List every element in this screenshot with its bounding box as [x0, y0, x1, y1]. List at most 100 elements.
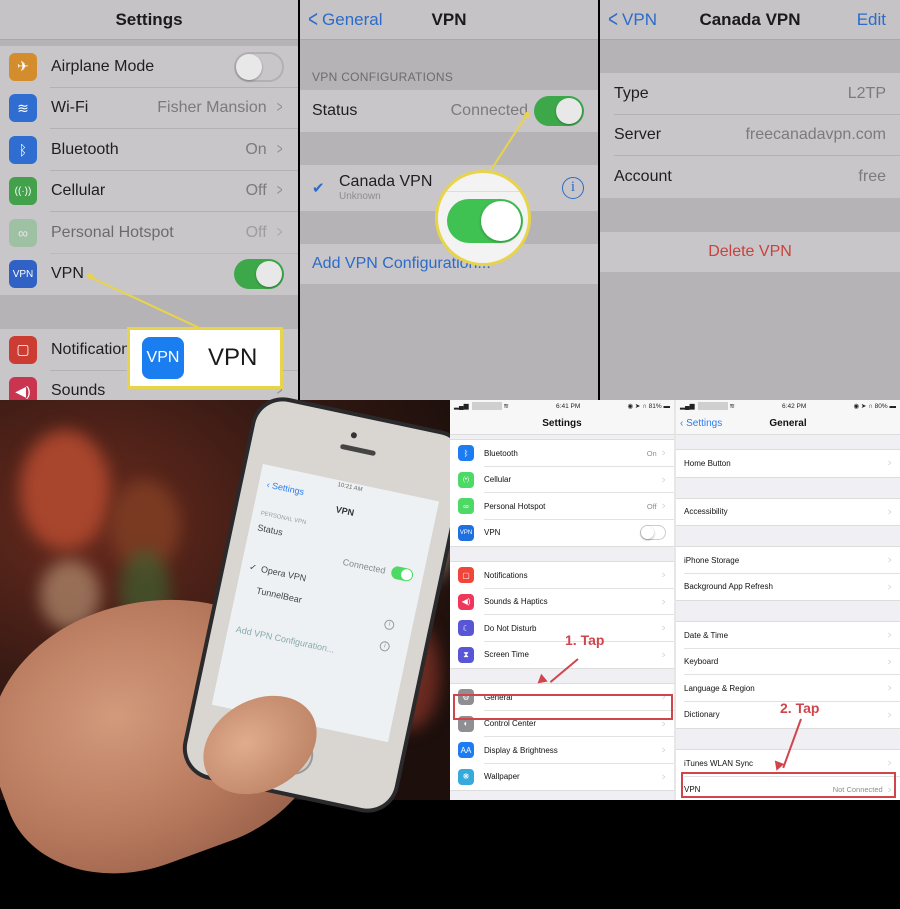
- row-label: Date & Time: [684, 630, 729, 640]
- settings-row-vpn[interactable]: VPN VPN: [0, 254, 298, 296]
- bluetooth-icon: ᛒ: [9, 135, 37, 164]
- back-button[interactable]: < VPN: [606, 0, 657, 40]
- settings-row-wallpaper[interactable]: ❋ Wallpaper >: [450, 764, 674, 791]
- battery-indicator: ◉ ➤ ∩ 80% ▬: [853, 403, 896, 410]
- clock: 6:42 PM: [782, 402, 807, 410]
- settings-row-airplane-mode[interactable]: ✈ Airplane Mode: [0, 46, 298, 88]
- chevron-right-icon: >: [276, 223, 283, 241]
- settings-row-bluetooth[interactable]: ᛒ Bluetooth On >: [0, 129, 298, 171]
- back-button[interactable]: ‹ Settings: [680, 418, 722, 429]
- settings-group-connectivity: ✈ Airplane Mode ≋ Wi-Fi Fisher Mansion > ᛒ Blue…: [0, 46, 298, 295]
- row-label: Home Button: [684, 458, 731, 468]
- vpn-panel: < General VPN VPN CONFIGURATIONS Status …: [300, 0, 598, 400]
- general-row-home-button[interactable]: Home Button >: [676, 450, 900, 477]
- row-label: Screen Time: [484, 650, 529, 660]
- ios-settings-screen: ▂▄▆ ≋ 6:41 PM ◉ ➤ ∩ 81% ▬ Settings ᛒ Blue…: [450, 400, 674, 800]
- row-value: On: [245, 140, 267, 158]
- ios-general-screen: ▂▄▆ ≋ 6:42 PM ◉ ➤ ∩ 80% ▬ ‹ Settings Gen…: [676, 400, 900, 800]
- row-label: Bluetooth: [51, 140, 119, 158]
- row-value: Off: [245, 182, 267, 200]
- settings-row-cellular[interactable]: (•) Cellular >: [450, 467, 674, 493]
- settings-row-personal-hotspot[interactable]: ∞ Personal Hotspot Off >: [0, 212, 298, 254]
- back-button[interactable]: < General: [306, 0, 383, 40]
- settings-row-notifications[interactable]: ▢ Notifications >: [450, 562, 674, 589]
- settings-row-do-not-disturb[interactable]: ☾ Do Not Disturb >: [450, 615, 674, 642]
- settings-row-screen-time[interactable]: ⧗ Screen Time >: [450, 642, 674, 669]
- general-row-language-region[interactable]: Language & Region >: [676, 675, 900, 702]
- row-label: Personal Hotspot: [484, 501, 546, 511]
- row-label: Background App Refresh: [684, 582, 773, 592]
- general-highlight: [453, 694, 673, 720]
- settings-row-personal-hotspot[interactable]: ∞ Personal Hotspot Off >: [450, 493, 674, 520]
- info-icon[interactable]: i: [562, 176, 584, 199]
- vpn-icon: VPN: [142, 337, 184, 379]
- edit-button[interactable]: Edit: [857, 0, 886, 40]
- row-label: Bluetooth: [484, 448, 518, 458]
- detail-value: free: [858, 167, 886, 185]
- general-row-date-time[interactable]: Date & Time >: [676, 622, 900, 649]
- general-row-iphone-storage[interactable]: iPhone Storage >: [676, 547, 900, 574]
- row-label: Airplane Mode: [51, 57, 155, 75]
- cellular-icon: (•): [458, 471, 474, 488]
- chevron-right-icon: >: [661, 501, 665, 512]
- chevron-right-icon: >: [887, 555, 891, 566]
- status-group: Status Connected: [300, 90, 598, 132]
- settings-row-display-brightness[interactable]: AA Display & Brightness >: [450, 737, 674, 764]
- row-label: Cellular: [484, 475, 512, 485]
- status-label: Status: [312, 101, 358, 119]
- page-title: General: [769, 417, 807, 429]
- settings-row-bluetooth[interactable]: ᛒ Bluetooth On >: [450, 440, 674, 467]
- settings-panel: Settings ✈ Airplane Mode ≋ Wi-Fi Fisher Mans…: [0, 0, 298, 400]
- chevron-right-icon: >: [661, 771, 665, 782]
- detail-label: Type: [614, 84, 649, 102]
- vpn-icon: VPN: [9, 260, 37, 289]
- row-value: On: [646, 448, 657, 458]
- display-icon: AA: [458, 742, 474, 759]
- chevron-right-icon: >: [887, 758, 891, 769]
- chevron-right-icon: >: [661, 448, 665, 459]
- row-label: Sounds & Haptics: [484, 597, 548, 607]
- general-row-background-app-refresh[interactable]: Background App Refresh >: [676, 574, 900, 601]
- settings-row-sounds-haptics[interactable]: ◀) Sounds & Haptics >: [450, 589, 674, 615]
- row-label: Personal Hotspot: [51, 223, 174, 241]
- settings-row-vpn[interactable]: VPN VPN: [450, 520, 674, 547]
- vpn-detail-group: Type L2TP Server freecanadavpn.com Account fr…: [600, 73, 900, 198]
- detail-label: Account: [614, 167, 672, 185]
- row-label: Accessibility: [684, 507, 728, 517]
- tap-annotation-2: 2. Tap: [780, 700, 820, 716]
- row-label: Control Center: [484, 719, 537, 729]
- status-value: Connected: [450, 101, 528, 119]
- general-row-accessibility[interactable]: Accessibility >: [676, 499, 900, 526]
- chevron-right-icon: >: [661, 596, 665, 607]
- vpn-toggle[interactable]: [640, 525, 666, 541]
- general-row-keyboard[interactable]: Keyboard >: [676, 649, 900, 675]
- airplane-mode-toggle[interactable]: [234, 51, 284, 82]
- settings-row-cellular[interactable]: ((·)) Cellular Off >: [0, 171, 298, 212]
- settings-group-connectivity: ᛒ Bluetooth On > (•) Cellular > ∞ Personal Hotsp…: [450, 439, 674, 547]
- chevron-right-icon: >: [887, 709, 891, 720]
- back-label: VPN: [622, 10, 657, 29]
- row-label: Wi-Fi: [51, 99, 89, 117]
- delete-vpn-row[interactable]: Delete VPN: [600, 232, 900, 272]
- phone-toggle: [390, 565, 415, 583]
- nav-bar: Settings: [0, 0, 298, 40]
- status-row: Status Connected: [300, 90, 598, 132]
- section-header: VPN CONFIGURATIONS: [312, 70, 454, 84]
- wifi-icon: ≋: [9, 94, 37, 123]
- back-label: General: [322, 10, 383, 29]
- chevron-right-icon: >: [661, 623, 665, 634]
- page-title: Settings: [542, 417, 582, 429]
- vpn-status-toggle[interactable]: [534, 95, 584, 126]
- row-label: Keyboard: [684, 657, 719, 667]
- notifications-icon: ▢: [458, 567, 474, 584]
- hotspot-icon: ∞: [9, 218, 37, 247]
- vpn-toggle[interactable]: [234, 259, 284, 290]
- phone-add-config: Add VPN Configuration...: [235, 624, 336, 655]
- delete-vpn-button[interactable]: Delete VPN: [708, 243, 792, 261]
- hourglass-icon: ⧗: [458, 646, 474, 663]
- settings-row-wi-fi[interactable]: ≋ Wi-Fi Fisher Mansion >: [0, 88, 298, 129]
- wallpaper-icon: ❋: [458, 768, 474, 785]
- row-label: VPN: [51, 265, 84, 283]
- vpn-callout: VPN VPN: [127, 327, 283, 389]
- chevron-right-icon: >: [661, 745, 665, 756]
